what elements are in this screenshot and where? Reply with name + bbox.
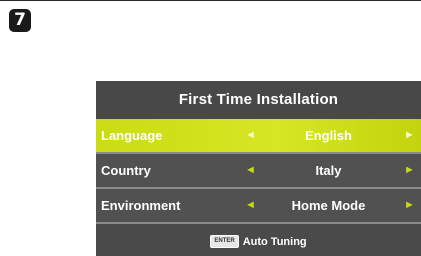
page: 7 First Time Installation Language ◄ Eng… [0, 0, 421, 256]
row-divider [96, 222, 421, 224]
environment-value: Home Mode [291, 198, 366, 213]
auto-tuning-hint[interactable]: ENTER Auto Tuning [96, 229, 421, 256]
top-divider [0, 0, 421, 1]
enter-key-icon: ENTER [210, 234, 239, 248]
language-value: English [305, 128, 352, 143]
country-label: Country [101, 163, 151, 178]
language-right-arrow-icon[interactable]: ► [404, 119, 415, 152]
language-row[interactable]: Language ◄ English ► [96, 119, 421, 152]
environment-label: Environment [101, 198, 181, 213]
environment-right-arrow-icon[interactable]: ► [404, 189, 415, 222]
country-left-arrow-icon[interactable]: ◄ [245, 154, 256, 187]
step-number-badge: 7 [9, 9, 31, 32]
language-left-arrow-icon[interactable]: ◄ [245, 119, 256, 152]
dialog-title: First Time Installation [96, 81, 421, 119]
country-value: Italy [315, 163, 342, 178]
country-row[interactable]: Country ◄ Italy ► [96, 154, 421, 187]
first-time-installation-dialog: First Time Installation Language ◄ Engli… [96, 81, 421, 256]
environment-row[interactable]: Environment ◄ Home Mode ► [96, 189, 421, 222]
auto-tuning-label: Auto Tuning [242, 236, 307, 248]
country-right-arrow-icon[interactable]: ► [404, 154, 415, 187]
environment-left-arrow-icon[interactable]: ◄ [245, 189, 256, 222]
language-label: Language [101, 128, 163, 143]
